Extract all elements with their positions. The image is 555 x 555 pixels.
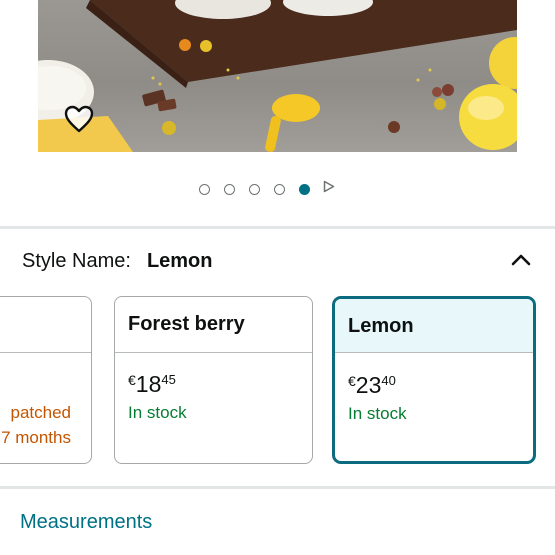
favorite-button[interactable] — [64, 105, 110, 151]
swatch-availability: In stock — [128, 403, 187, 422]
chevron-up-icon — [511, 254, 531, 266]
style-swatch-forest-berry[interactable]: Forest berry €1845 In stock — [114, 296, 313, 464]
heart-outline-icon — [64, 105, 94, 133]
pager-dot[interactable] — [249, 183, 260, 195]
pager-dot-active[interactable] — [299, 183, 310, 195]
section-divider — [0, 486, 555, 489]
price-whole: 18 — [135, 371, 162, 397]
style-name-label: Style Name: — [22, 249, 131, 272]
pager-dot[interactable] — [274, 183, 285, 195]
video-play-button[interactable] — [323, 180, 335, 198]
style-swatch-lemon[interactable]: Lemon €2340 In stock — [332, 296, 536, 464]
swatch-title: Lemon — [335, 299, 533, 353]
swatch-availability: In stock — [348, 404, 407, 423]
price-currency: € — [128, 372, 136, 388]
style-name-header[interactable]: Style Name: Lemon — [22, 247, 532, 275]
price-whole: 23 — [355, 372, 382, 398]
swatch-price: €1845 — [128, 371, 176, 398]
pager-dot[interactable] — [199, 183, 210, 195]
collapse-button[interactable] — [510, 250, 532, 273]
swatch-price: €2340 — [348, 372, 396, 399]
pager-dot[interactable] — [224, 183, 235, 195]
price-fraction: 40 — [381, 373, 396, 388]
play-triangle-icon — [323, 180, 335, 193]
price-currency: € — [348, 373, 356, 389]
price-fraction: 45 — [161, 372, 176, 387]
style-swatch-partial[interactable]: patched 7 months — [0, 296, 92, 464]
section-divider — [0, 226, 555, 229]
product-image[interactable] — [38, 0, 517, 152]
swatch-status-line2: 7 months — [1, 428, 71, 447]
image-pager — [199, 180, 335, 198]
swatch-title: Forest berry — [115, 297, 312, 353]
swatch-title — [0, 297, 91, 353]
style-name-value: Lemon — [146, 249, 213, 272]
swatch-status-line1: patched — [10, 403, 72, 422]
measurements-link[interactable]: Measurements — [20, 511, 152, 534]
